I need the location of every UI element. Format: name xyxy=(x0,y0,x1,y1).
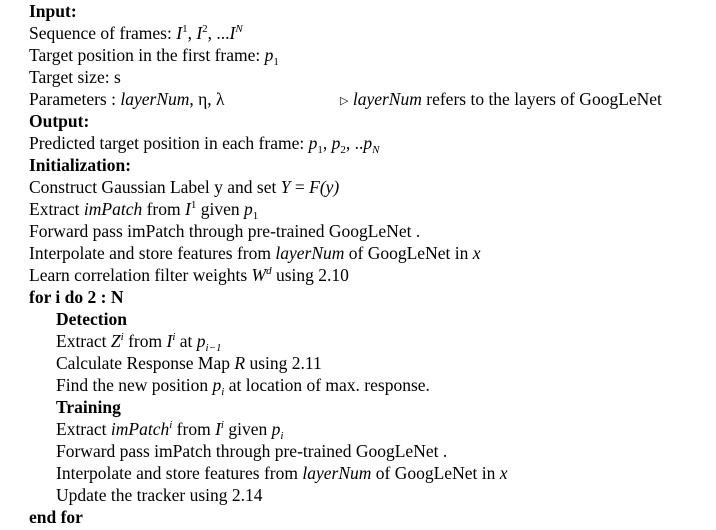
input-label: Input: xyxy=(29,1,77,21)
extract-impatch-i-line: Extract imPatchi from Ii given pi xyxy=(56,419,284,442)
algorithm-comment: ▷ layerNum refers to the layers of GoogL… xyxy=(340,89,662,109)
forward-pass-line: Forward pass imPatch through pre-trained… xyxy=(29,221,421,241)
extract-z-line: Extract Zi from Ii at pi−1 xyxy=(56,331,222,354)
find-position-line: Find the new position pi at location of … xyxy=(56,375,430,398)
output-label: Output: xyxy=(29,111,90,131)
training-label: Training xyxy=(56,397,121,417)
initialization-label: Initialization: xyxy=(29,155,132,175)
forward-pass-loop-line: Forward pass imPatch through pre-trained… xyxy=(56,441,448,461)
calculate-response-line: Calculate Response Map R using 2.11 xyxy=(56,353,322,373)
output-predicted-line: Predicted target position in each frame:… xyxy=(29,133,380,156)
algorithm-block: Input: Sequence of frames: I1, I2, ...IN… xyxy=(0,0,716,530)
triangle-right-icon: ▷ xyxy=(340,95,349,107)
learn-filter-line: Learn correlation filter weights Wd usin… xyxy=(29,265,349,285)
interpolate-line: Interpolate and store features from laye… xyxy=(29,243,481,263)
interpolate-loop-line: Interpolate and store features from laye… xyxy=(56,463,508,483)
update-tracker-line: Update the tracker using 2.14 xyxy=(56,485,263,505)
input-parameters-line: Parameters : layerNum, η, λ ▷ layerNum r… xyxy=(29,88,689,110)
construct-label-line: Construct Gaussian Label y and set Y = F… xyxy=(29,177,340,197)
input-target-size-line: Target size: s xyxy=(29,67,121,87)
for-loop-line: for i do 2 : N xyxy=(29,287,124,307)
end-for-line: end for xyxy=(29,507,83,527)
detection-label: Detection xyxy=(56,309,127,329)
input-target-position-line: Target position in the first frame: p1 xyxy=(29,45,279,68)
input-sequence-line: Sequence of frames: I1, I2, ...IN xyxy=(29,23,243,43)
extract-patch-line: Extract imPatch from I1 given p1 xyxy=(29,199,259,222)
